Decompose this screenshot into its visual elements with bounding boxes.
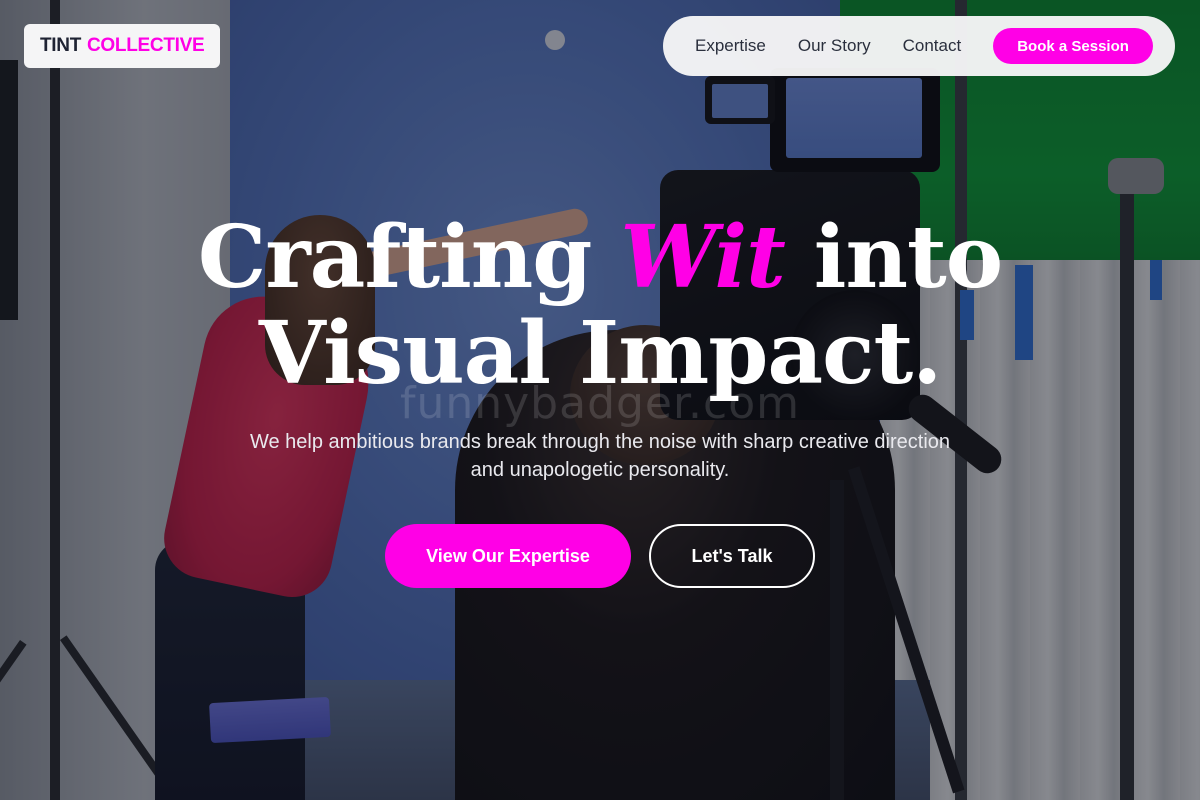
hero-actions: View Our Expertise Let's Talk — [0, 524, 1200, 588]
nav-link-contact[interactable]: Contact — [903, 36, 962, 56]
nav-link-our-story[interactable]: Our Story — [798, 36, 871, 56]
hero-title-part1: Crafting — [197, 207, 593, 308]
book-session-button[interactable]: Book a Session — [993, 28, 1153, 64]
page: funnybadger.com TINT COLLECTIVE Expertis… — [0, 0, 1200, 800]
nav-link-expertise[interactable]: Expertise — [695, 36, 766, 56]
hero-title-part2: into — [813, 207, 1003, 308]
main-nav: Expertise Our Story Contact Book a Sessi… — [663, 16, 1175, 76]
lets-talk-button[interactable]: Let's Talk — [649, 524, 815, 588]
brand-name-part1: TINT — [40, 35, 82, 56]
brand-name-part2: COLLECTIVE — [87, 35, 205, 56]
hero-title-line2: Visual Impact. — [258, 303, 942, 404]
hero-title-accent: Wit — [620, 207, 785, 308]
hero-subtitle: We help ambitious brands break through t… — [249, 431, 951, 481]
brand-logo[interactable]: TINT COLLECTIVE — [24, 24, 221, 68]
hero-title: Crafting Wit into Visual Impact. — [0, 210, 1200, 402]
view-expertise-button[interactable]: View Our Expertise — [385, 524, 631, 588]
